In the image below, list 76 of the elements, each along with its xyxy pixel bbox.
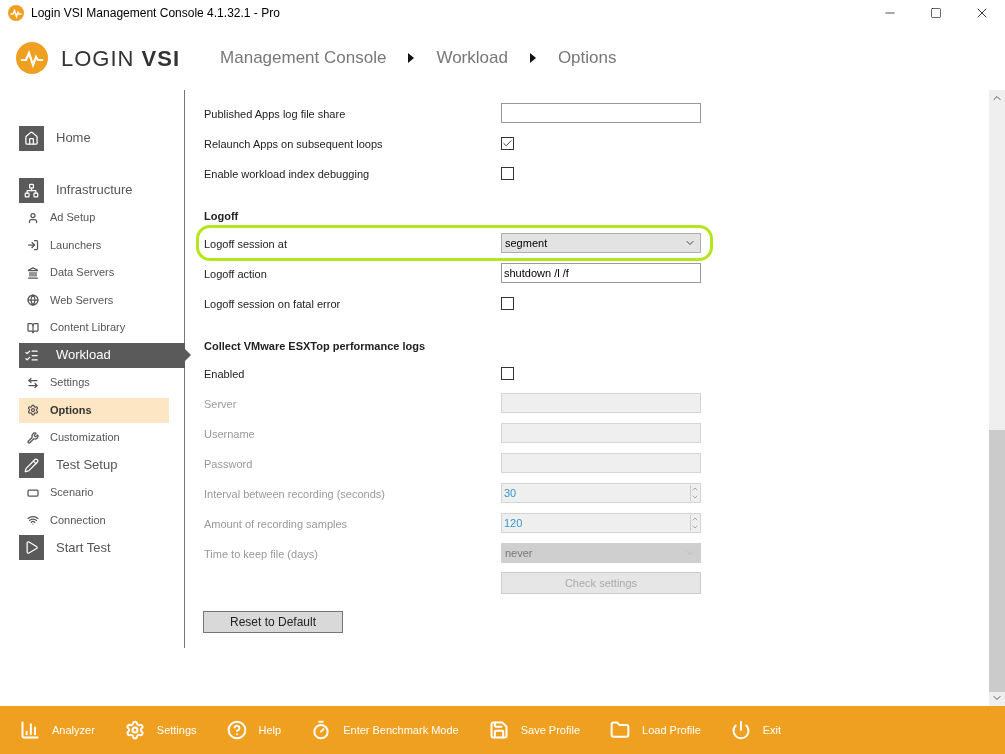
pointer-icon	[185, 349, 191, 361]
maximize-icon	[930, 7, 942, 19]
sidebar-item[interactable]: Ad Setup	[19, 205, 169, 230]
rectangle-icon	[27, 486, 39, 499]
field-label: Amount of recording samples	[204, 518, 348, 530]
help-icon	[226, 720, 247, 740]
field-label: Time to keep file (days)	[204, 548, 318, 560]
reset-button[interactable]: Reset to Default	[203, 611, 343, 633]
sidebar-item[interactable]: Web Servers	[19, 287, 169, 313]
sidebar-item[interactable]: Content Library	[19, 315, 169, 340]
text-field[interactable]: shutdown /l /f	[501, 263, 701, 283]
field-label: Username	[204, 428, 255, 440]
sidebar-section[interactable]: Test Setup	[19, 452, 169, 478]
section-heading: Logoff	[204, 208, 239, 224]
window-title: Login VSI Management Console 4.1.32.1 - Pro	[31, 5, 280, 22]
folder-icon	[610, 720, 631, 740]
sidebar-item[interactable]: Connection	[19, 507, 169, 533]
sidebar-section[interactable]: Start Test	[19, 535, 169, 560]
power-icon	[730, 720, 751, 740]
sidebar-item[interactable]: Scenario	[19, 480, 169, 505]
arrow-icon	[529, 53, 536, 63]
field-label: Password	[204, 458, 253, 470]
checkbox[interactable]	[501, 166, 514, 180]
field-label: Published Apps log file share	[204, 108, 346, 120]
field-label: Relaunch Apps on subsequent loops	[204, 138, 383, 150]
settings-icon	[124, 720, 145, 740]
breadcrumb-item[interactable]: Management Console	[220, 45, 387, 71]
field-label: Logoff session at	[204, 238, 287, 250]
field-label: Enable workload index debugging	[204, 168, 370, 180]
field-label: Enabled	[204, 368, 245, 380]
network-icon	[24, 182, 39, 198]
user-icon	[27, 211, 39, 224]
sidebar-item[interactable]: Data Servers	[19, 260, 169, 285]
field-label: Logoff action	[204, 268, 267, 280]
building-icon	[27, 266, 39, 279]
stopwatch-icon	[311, 720, 332, 740]
up-icon	[691, 515, 699, 523]
checkbox[interactable]	[501, 366, 514, 380]
breadcrumb-item[interactable]: Workload	[436, 45, 508, 71]
dropdown[interactable]: segment	[501, 233, 701, 253]
arrows-icon	[27, 376, 39, 389]
sidebar-item[interactable]: Customization	[19, 425, 169, 450]
logo-icon	[16, 42, 48, 74]
breadcrumb-item[interactable]: Options	[557, 45, 617, 71]
sidebar-item[interactable]: Options	[19, 397, 169, 423]
play-icon	[24, 540, 39, 555]
section-heading: Collect VMware ESXTop performance logs	[204, 338, 426, 354]
chart-icon	[20, 720, 40, 740]
down-icon	[691, 523, 699, 531]
checkbox[interactable]	[501, 296, 514, 310]
scrollbar[interactable]	[989, 90, 1005, 706]
sign-in-icon	[27, 239, 39, 251]
wifi-icon	[27, 514, 39, 526]
save-icon	[488, 720, 509, 740]
settings-icon	[27, 404, 39, 416]
text-field[interactable]	[501, 103, 701, 123]
home-icon	[24, 130, 39, 146]
arrow-icon	[408, 53, 415, 63]
checkbox[interactable]	[501, 136, 514, 150]
check-icon	[502, 137, 513, 149]
sidebar-item[interactable]: Launchers	[19, 232, 169, 258]
checklist-icon	[24, 347, 39, 363]
field-label: Interval between recording (seconds)	[204, 488, 385, 500]
down-icon	[691, 493, 699, 501]
pencil-icon	[24, 457, 39, 473]
wrench-icon	[27, 431, 39, 444]
sidebar-section[interactable]: Infrastructure	[19, 177, 169, 203]
book-icon	[27, 321, 39, 334]
app-icon	[8, 5, 24, 21]
brand-name: LOGIN VSI	[61, 44, 181, 73]
sidebar-section[interactable]: Home	[19, 125, 169, 151]
globe-icon	[27, 294, 39, 306]
field-label: Logoff session on fatal error	[204, 298, 341, 310]
sidebar-item[interactable]: Settings	[19, 370, 169, 395]
field-label: Server	[204, 398, 237, 410]
up-icon	[691, 485, 699, 493]
